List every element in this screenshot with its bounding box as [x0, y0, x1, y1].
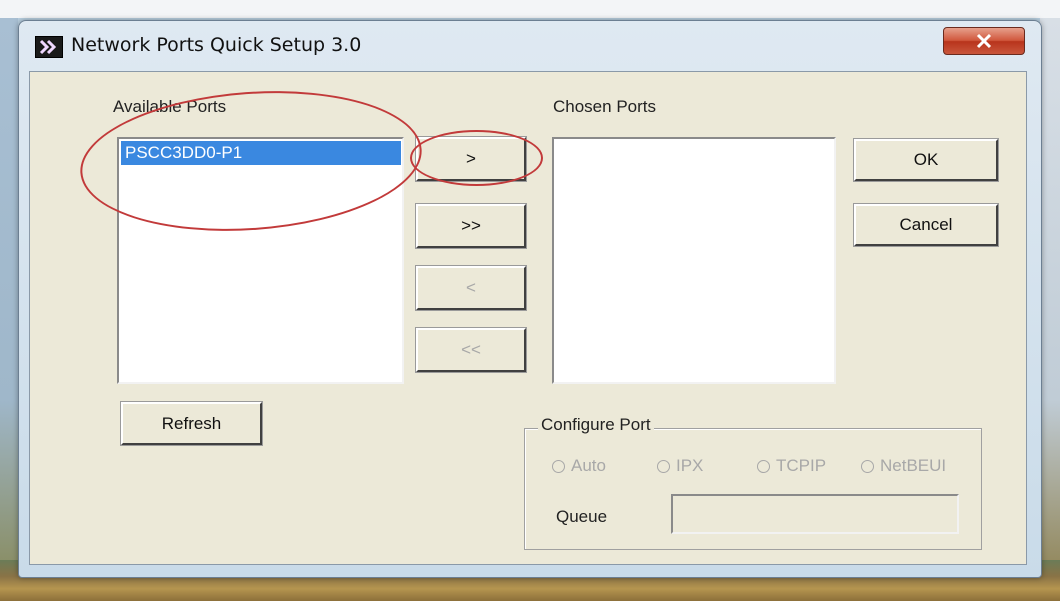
background-top-strip — [0, 0, 1060, 18]
radio-auto[interactable]: Auto — [552, 456, 606, 476]
desktop-background-right — [1040, 18, 1060, 563]
queue-label: Queue — [556, 507, 608, 526]
add-port-button[interactable]: > — [415, 136, 527, 182]
radio-netbeui[interactable]: NetBEUI — [861, 456, 946, 476]
radio-label: NetBEUI — [880, 456, 947, 475]
dialog-client-area: Available Ports PSCC3DD0-P1 > >> < << Ch… — [29, 71, 1027, 565]
add-all-ports-button[interactable]: >> — [415, 203, 527, 249]
radio-label: Auto — [571, 456, 606, 475]
chosen-ports-list[interactable] — [552, 137, 836, 384]
dialog-window: Network Ports Quick Setup 3.0 Available … — [18, 20, 1042, 578]
available-ports-label: Available Ports — [113, 97, 227, 116]
radio-circle-icon — [861, 459, 874, 473]
remove-port-button[interactable]: < — [415, 265, 527, 311]
radio-circle-icon — [552, 459, 565, 473]
desktop-background-left — [0, 18, 18, 563]
queue-field[interactable] — [671, 494, 959, 534]
ok-button[interactable]: OK — [853, 138, 999, 182]
radio-circle-icon — [757, 459, 770, 473]
refresh-button[interactable]: Refresh — [120, 401, 263, 446]
radio-label: IPX — [676, 456, 704, 475]
configure-port-title: Configure Port — [538, 415, 654, 435]
close-button[interactable] — [943, 27, 1025, 55]
close-icon — [976, 33, 992, 49]
title-bar[interactable]: Network Ports Quick Setup 3.0 — [19, 21, 1041, 71]
list-item[interactable]: PSCC3DD0-P1 — [121, 141, 401, 165]
chosen-ports-label: Chosen Ports — [553, 97, 656, 116]
radio-ipx[interactable]: IPX — [657, 456, 703, 476]
remove-all-ports-button[interactable]: << — [415, 327, 527, 373]
window-title: Network Ports Quick Setup 3.0 — [71, 34, 362, 56]
available-ports-list[interactable]: PSCC3DD0-P1 — [117, 137, 404, 384]
cancel-button[interactable]: Cancel — [853, 203, 999, 247]
radio-circle-icon — [657, 459, 670, 473]
double-chevron-icon — [35, 36, 63, 58]
radio-tcpip[interactable]: TCPIP — [757, 456, 826, 476]
radio-label: TCPIP — [776, 456, 827, 475]
